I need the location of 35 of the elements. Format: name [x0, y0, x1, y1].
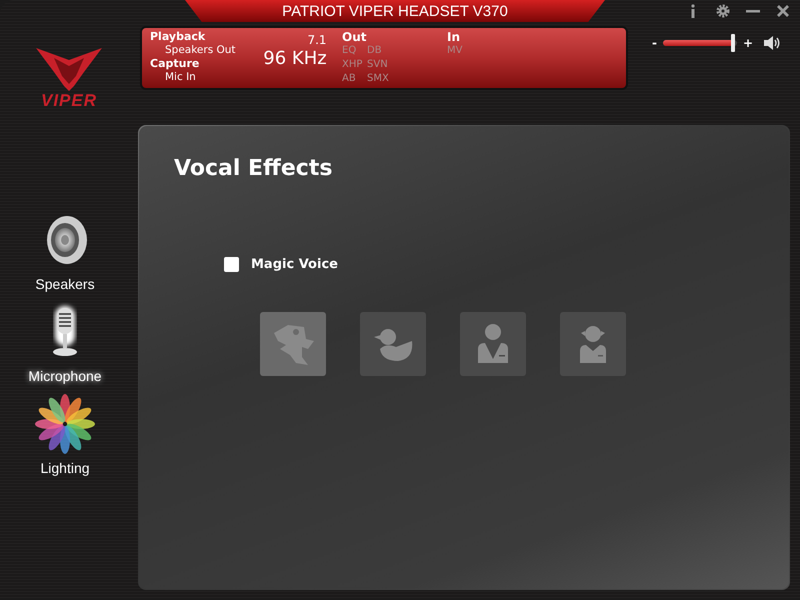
status-label: EQ	[342, 44, 358, 57]
snake-logo-icon	[34, 46, 104, 92]
out-label: Out	[342, 30, 368, 44]
sidebar-item[interactable]: Speakers	[35, 210, 95, 292]
voice-effect-button[interactable]	[360, 312, 426, 376]
channel-mode: 7.1	[307, 33, 327, 47]
logo-wordmark: VIPER	[40, 92, 98, 110]
status-label: DB	[367, 44, 383, 57]
section-title: Vocal Effects	[174, 156, 334, 181]
magic-voice-checkbox[interactable]	[224, 257, 239, 272]
status-label: SVN	[367, 58, 389, 71]
checkbox-label: Magic Voice	[251, 257, 338, 272]
sidebar-item[interactable]: Microphone	[28, 302, 102, 384]
settings-icon[interactable]	[714, 4, 732, 18]
voice-effect-button[interactable]	[460, 312, 526, 376]
playback-device: Speakers Out	[164, 44, 237, 57]
playback-label: Playback	[150, 30, 206, 44]
sample-rate: 96 KHz	[263, 48, 327, 69]
window-title: PATRIOT VIPER HEADSET V370	[185, 0, 605, 22]
status-label: MV	[447, 44, 464, 57]
voice-effect-button[interactable]	[560, 312, 626, 376]
volume-slider[interactable]	[660, 34, 739, 52]
capture-label: Capture	[150, 57, 200, 70]
slider-thumb[interactable]	[731, 34, 736, 52]
volume-plus[interactable]: +	[742, 36, 754, 50]
speaker-icon[interactable]	[763, 35, 782, 51]
status-label: SMX	[367, 72, 390, 85]
close-icon[interactable]	[774, 4, 792, 18]
sidebar-item[interactable]: Lighting	[35, 394, 95, 476]
status-label: XHP	[342, 58, 364, 71]
status-label: AB	[342, 72, 357, 85]
in-label: In	[447, 30, 462, 44]
volume-minus[interactable]: -	[652, 36, 657, 50]
flower-icon	[35, 394, 95, 454]
capture-device: Mic In	[164, 70, 197, 84]
